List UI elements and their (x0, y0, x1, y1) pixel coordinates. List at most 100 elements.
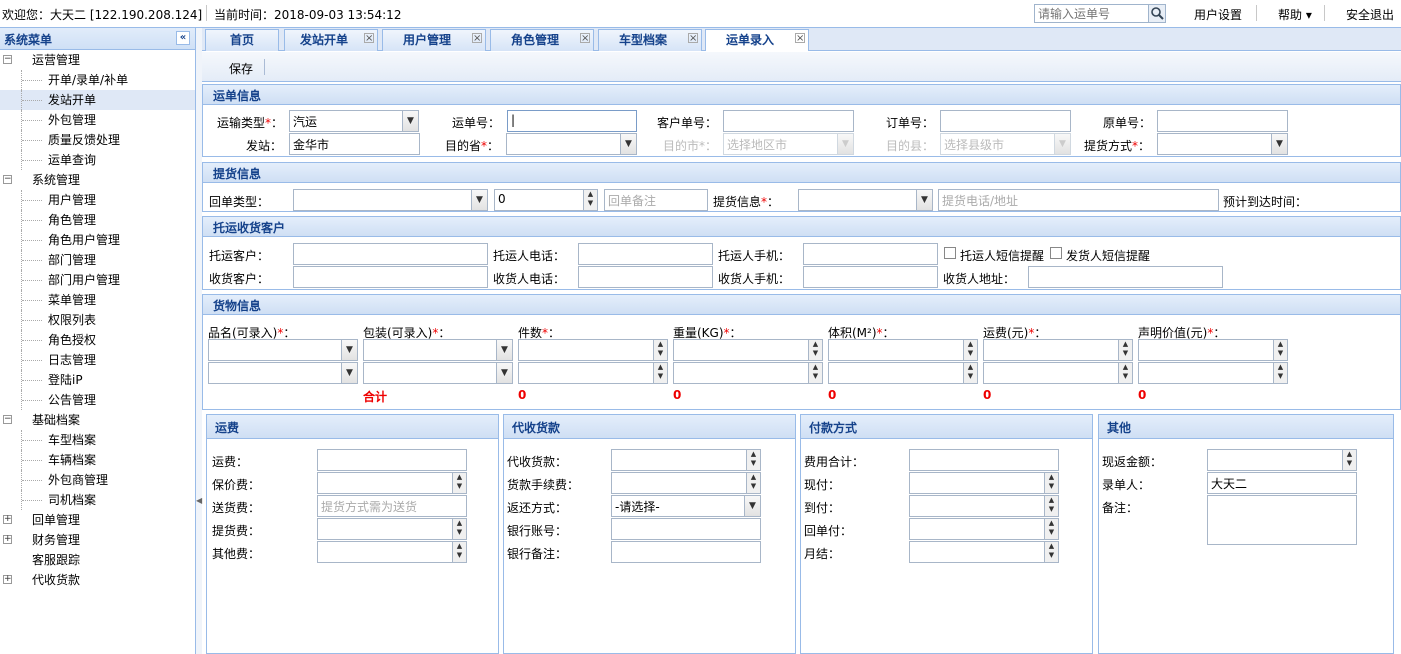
shipper-sms-checkbox[interactable] (944, 247, 956, 259)
spinner-icon[interactable]: ▲ ▼ (746, 473, 760, 493)
sidebar-item[interactable]: 权限列表 (0, 310, 195, 330)
consignee-input[interactable] (293, 266, 488, 288)
consignee-phone-input[interactable] (578, 266, 713, 288)
text-field[interactable] (1207, 495, 1357, 545)
sidebar-item[interactable]: 发站开单 (0, 90, 195, 110)
return-note-input[interactable]: 回单备注 (604, 189, 708, 211)
goods-combo-input[interactable]: ▼ (208, 362, 358, 384)
sidebar-item[interactable]: + 回单管理 (0, 510, 195, 530)
sidebar-item[interactable]: 外包商管理 (0, 470, 195, 490)
goods-number-input[interactable]: ▲ ▼ (673, 362, 823, 384)
text-field[interactable] (611, 518, 761, 540)
dest-city-select[interactable]: 选择地区市 ▼ (723, 133, 854, 155)
consignee-address-input[interactable] (1028, 266, 1223, 288)
spinner-icon[interactable]: ▲ ▼ (653, 363, 667, 383)
close-icon[interactable]: × (472, 33, 482, 44)
spinner-icon[interactable]: ▲ ▼ (963, 363, 977, 383)
sidebar-item[interactable]: − 系统管理 (0, 170, 195, 190)
pickup-contact-input[interactable]: 提货电话/地址 (938, 189, 1219, 211)
spinner-icon[interactable]: ▲ ▼ (452, 473, 466, 493)
consignee-mobile-input[interactable] (803, 266, 938, 288)
shipper-mobile-input[interactable] (803, 243, 938, 265)
shipper-phone-input[interactable] (578, 243, 713, 265)
goods-number-input[interactable]: ▲ ▼ (983, 362, 1133, 384)
goods-number-input[interactable]: ▲ ▼ (673, 339, 823, 361)
sidebar-item[interactable]: 菜单管理 (0, 290, 195, 310)
spinner-icon[interactable]: ▲ ▼ (1118, 363, 1132, 383)
spinner-icon[interactable]: ▲ ▼ (1044, 542, 1058, 562)
user-settings-link[interactable]: 用户设置 (1194, 6, 1242, 23)
number-stepper[interactable]: ▲ ▼ (909, 541, 1059, 563)
sidebar-item[interactable]: − 基础档案 (0, 410, 195, 430)
select-field[interactable]: -请选择- ▼ (611, 495, 761, 517)
transport-type-select[interactable]: 汽运 ▼ (289, 110, 419, 132)
sidebar-item[interactable]: 用户管理 (0, 190, 195, 210)
tab-3[interactable]: 角色管理 × (490, 29, 594, 51)
number-stepper[interactable]: ▲ ▼ (317, 472, 467, 494)
tab-1[interactable]: 发站开单 × (284, 29, 378, 51)
text-field[interactable] (909, 449, 1059, 471)
shipper-input[interactable] (293, 243, 488, 265)
close-icon[interactable]: × (364, 33, 374, 44)
sidebar-item[interactable]: 公告管理 (0, 390, 195, 410)
sidebar-item[interactable]: 开单/录单/补单 (0, 70, 195, 90)
spinner-icon[interactable]: ▲ ▼ (1273, 363, 1287, 383)
sidebar-item[interactable]: 质量反馈处理 (0, 130, 195, 150)
close-icon[interactable]: × (795, 33, 805, 44)
sidebar-item[interactable]: 角色用户管理 (0, 230, 195, 250)
tab-5[interactable]: 运单录入 × (705, 29, 809, 51)
goods-number-input[interactable]: ▲ ▼ (828, 339, 978, 361)
sidebar-item[interactable]: 登陆iP (0, 370, 195, 390)
expand-toggle-icon[interactable]: + (3, 575, 12, 584)
spinner-icon[interactable]: ▲ ▼ (583, 190, 597, 210)
spinner-icon[interactable]: ▲ ▼ (808, 340, 822, 360)
goods-number-input[interactable]: ▲ ▼ (983, 339, 1133, 361)
number-stepper[interactable]: ▲ ▼ (611, 472, 761, 494)
sender-sms-checkbox[interactable] (1050, 247, 1062, 259)
pickup-info-select[interactable]: ▼ (798, 189, 933, 211)
sidebar-item[interactable]: − 运营管理 (0, 50, 195, 70)
expand-toggle-icon[interactable]: − (3, 415, 12, 424)
expand-toggle-icon[interactable]: − (3, 55, 12, 64)
sidebar-item[interactable]: 外包管理 (0, 110, 195, 130)
spinner-icon[interactable]: ▲ ▼ (452, 542, 466, 562)
pickup-method-select[interactable]: ▼ (1157, 133, 1288, 155)
close-icon[interactable]: × (688, 33, 698, 44)
sidebar-item[interactable]: 角色授权 (0, 330, 195, 350)
spinner-icon[interactable]: ▲ ▼ (746, 450, 760, 470)
dest-province-select[interactable]: ▼ (506, 133, 637, 155)
origin-input[interactable]: 金华市 (289, 133, 420, 155)
sidebar-item[interactable]: 车型档案 (0, 430, 195, 450)
original-no-input[interactable] (1157, 110, 1288, 132)
spinner-icon[interactable]: ▲ ▼ (963, 340, 977, 360)
number-stepper[interactable]: ▲ ▼ (611, 449, 761, 471)
goods-number-input[interactable]: ▲ ▼ (518, 362, 668, 384)
expand-toggle-icon[interactable]: − (3, 175, 12, 184)
return-count-stepper[interactable]: 0 ▲ ▼ (494, 189, 598, 211)
expand-toggle-icon[interactable]: + (3, 515, 12, 524)
sidebar-item[interactable]: 角色管理 (0, 210, 195, 230)
collapse-icon[interactable]: « (176, 31, 190, 45)
spinner-icon[interactable]: ▲ ▼ (1273, 340, 1287, 360)
customer-no-input[interactable] (723, 110, 854, 132)
collapse-arrow-icon[interactable]: ◀ (196, 496, 202, 505)
spinner-icon[interactable]: ▲ ▼ (1118, 340, 1132, 360)
number-stepper[interactable]: ▲ ▼ (317, 541, 467, 563)
text-field[interactable] (317, 449, 467, 471)
goods-number-input[interactable]: ▲ ▼ (1138, 362, 1288, 384)
help-menu[interactable]: 帮助 ▾ (1278, 6, 1312, 23)
sidebar-item[interactable]: + 代收货款 (0, 570, 195, 590)
number-stepper[interactable]: ▲ ▼ (909, 495, 1059, 517)
text-field[interactable] (611, 541, 761, 563)
sidebar-item[interactable]: 部门管理 (0, 250, 195, 270)
sidebar-item[interactable]: 运单查询 (0, 150, 195, 170)
goods-combo-input[interactable]: ▼ (363, 339, 513, 361)
spinner-icon[interactable]: ▲ ▼ (1342, 450, 1356, 470)
waybill-no-input[interactable]: | (507, 110, 637, 132)
number-stepper[interactable]: ▲ ▼ (317, 518, 467, 540)
tab-4[interactable]: 车型档案 × (598, 29, 702, 51)
tab-0[interactable]: 首页 (205, 29, 279, 51)
number-stepper[interactable]: ▲ ▼ (1207, 449, 1357, 471)
spinner-icon[interactable]: ▲ ▼ (808, 363, 822, 383)
spinner-icon[interactable]: ▲ ▼ (452, 519, 466, 539)
